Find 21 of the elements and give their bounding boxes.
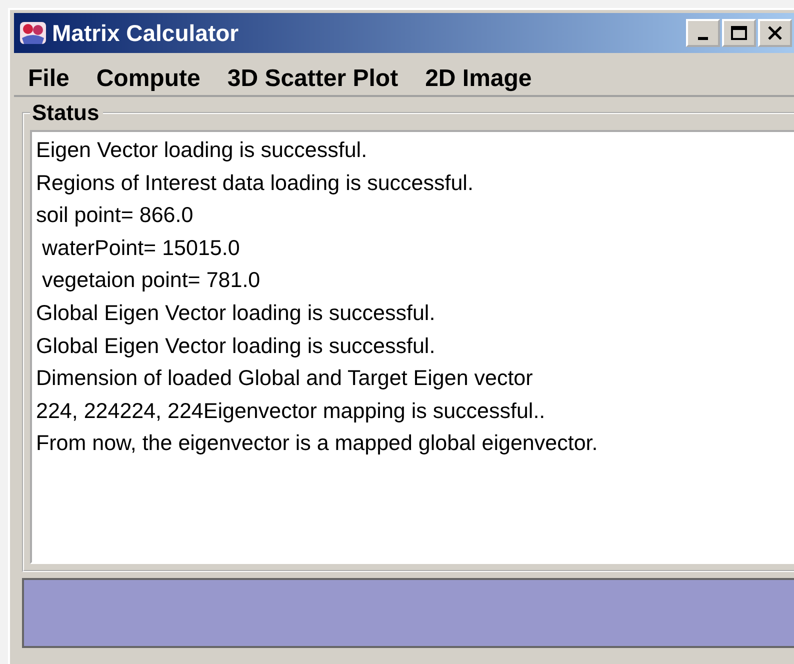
window-title: Matrix Calculator (52, 20, 240, 46)
log-line: Global Eigen Vector loading is successful. (36, 300, 436, 327)
close-button[interactable] (758, 19, 792, 47)
log-line: vegetaion point= 781.0 (40, 267, 262, 294)
log-line: soil point= 866.0 (36, 202, 194, 230)
log-line: waterPoint= 15015.0 (40, 234, 241, 262)
close-icon (767, 25, 783, 41)
log-line: Global Eigen Vector loading is successful. (36, 332, 436, 360)
menu-item[interactable]: Compute (96, 63, 200, 95)
menu-item[interactable]: File (28, 63, 70, 95)
log-line: Regions of Interest data loading is successful. (36, 170, 474, 197)
menu-item[interactable]: 3D Scatter Plot (227, 63, 398, 95)
maximize-icon (730, 25, 748, 41)
log-line: 224, 224224, 224Eigenvector mapping is successful.. (36, 398, 546, 425)
log-line: From now, the eigenvector is a mapped global eigenvector. (36, 430, 599, 458)
minimize-icon (698, 36, 708, 40)
maximize-button[interactable] (722, 19, 756, 47)
menu-item[interactable]: 2D Image (425, 63, 532, 95)
log-line: Dimension of loaded Global and Target Eigen vector (36, 365, 534, 392)
minimize-button[interactable] (686, 19, 720, 47)
log-line: Eigen Vector loading is successful. (36, 137, 368, 164)
